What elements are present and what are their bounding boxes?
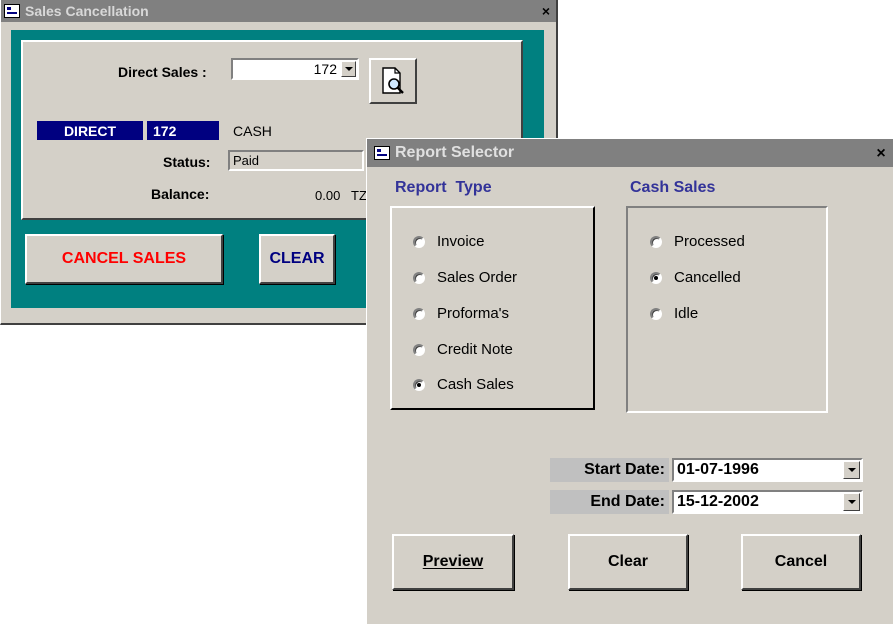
report-type-label: Invoice: [437, 233, 485, 250]
radio-icon[interactable]: [413, 235, 425, 248]
report-selector-titlebar[interactable]: Report Selector: [367, 139, 893, 167]
form-icon: [4, 4, 20, 18]
balance-value: 0.00: [315, 188, 341, 203]
end-date-label: End Date:: [590, 493, 665, 510]
cash-sales-processed[interactable]: Processed: [650, 233, 745, 250]
end-date-label-box: End Date:: [550, 490, 669, 514]
status-label: Status:: [163, 154, 211, 170]
type-badge-text: DIRECT: [63, 122, 117, 139]
report-type-label: Credit Note: [437, 341, 513, 358]
radio-icon[interactable]: [650, 307, 662, 320]
report-type-label: Cash Sales: [437, 376, 514, 393]
cancel-button[interactable]: Cancel: [741, 534, 861, 590]
report-selector-title: Report Selector: [395, 144, 515, 161]
end-date-combo[interactable]: 15-12-2002: [672, 490, 863, 514]
type-badge: DIRECT: [37, 121, 143, 140]
report-type-label: Proforma's: [437, 305, 510, 322]
report-type-proformas[interactable]: Proforma's: [413, 305, 509, 322]
cash-sales-header: Cash Sales: [630, 179, 716, 196]
cash-sales-label: Processed: [674, 233, 745, 250]
balance-label: Balance:: [151, 186, 210, 202]
status-field: Paid: [228, 150, 364, 171]
report-type-invoice[interactable]: Invoice: [413, 233, 485, 250]
direct-sales-value: 172: [313, 61, 337, 77]
cancel-sales-button[interactable]: CANCEL SALES: [25, 234, 223, 284]
radio-icon[interactable]: [650, 271, 662, 284]
number-badge: 172: [147, 121, 219, 140]
clear-button[interactable]: Clear: [568, 534, 688, 590]
radio-icon[interactable]: [413, 343, 425, 356]
chevron-down-icon[interactable]: [341, 61, 356, 77]
radio-icon[interactable]: [413, 271, 425, 284]
sales-cancellation-title: Sales Cancellation: [25, 3, 149, 19]
close-icon: ×: [541, 3, 551, 19]
preview-document-button[interactable]: [369, 58, 417, 104]
form-icon: [374, 146, 390, 160]
report-type-credit-note[interactable]: Credit Note: [413, 341, 513, 358]
start-date-value: 01-07-1996: [677, 461, 759, 478]
radio-icon[interactable]: [413, 307, 425, 320]
report-selector-window: Report Selector × Report Type Cash Sales…: [366, 138, 893, 624]
report-type-cash-sales[interactable]: Cash Sales: [413, 376, 514, 393]
end-date-value: 15-12-2002: [677, 493, 759, 510]
clear-sales-button[interactable]: CLEAR: [259, 234, 335, 284]
radio-icon[interactable]: [650, 235, 662, 248]
cancel-label: Cancel: [774, 553, 828, 570]
cash-sales-label: Idle: [674, 305, 699, 322]
sales-cancellation-titlebar[interactable]: Sales Cancellation: [1, 0, 556, 22]
payment-mode: CASH: [233, 123, 272, 139]
start-date-combo[interactable]: 01-07-1996: [672, 458, 863, 482]
report-type-sales-order[interactable]: Sales Order: [413, 269, 517, 286]
direct-sales-combo[interactable]: 172: [231, 58, 359, 80]
number-badge-text: 172: [153, 122, 177, 139]
report-type-header: Report Type: [395, 179, 492, 196]
cash-sales-label: Cancelled: [674, 269, 741, 286]
cash-sales-cancelled[interactable]: Cancelled: [650, 269, 741, 286]
preview-label: Preview: [422, 553, 484, 570]
document-magnifier-icon: [382, 67, 404, 94]
radio-icon[interactable]: [413, 378, 425, 391]
report-type-label: Sales Order: [437, 269, 518, 286]
chevron-down-icon[interactable]: [843, 461, 860, 479]
cancel-sales-label: CANCEL SALES: [61, 250, 187, 267]
start-date-label-box: Start Date:: [550, 458, 669, 482]
start-date-label: Start Date:: [584, 461, 665, 478]
status-value: Paid: [233, 153, 260, 168]
chevron-down-icon[interactable]: [843, 493, 860, 511]
clear-sales-label: CLEAR: [269, 250, 325, 267]
sales-cancellation-close-button[interactable]: ×: [537, 3, 555, 19]
clear-label: Clear: [607, 553, 649, 570]
close-icon: ×: [876, 145, 886, 162]
direct-sales-label: Direct Sales :: [118, 64, 207, 80]
cash-sales-idle[interactable]: Idle: [650, 305, 698, 322]
report-selector-close-button[interactable]: ×: [872, 145, 890, 162]
preview-button[interactable]: Preview: [392, 534, 514, 590]
balance-currency: TZ: [351, 188, 367, 203]
